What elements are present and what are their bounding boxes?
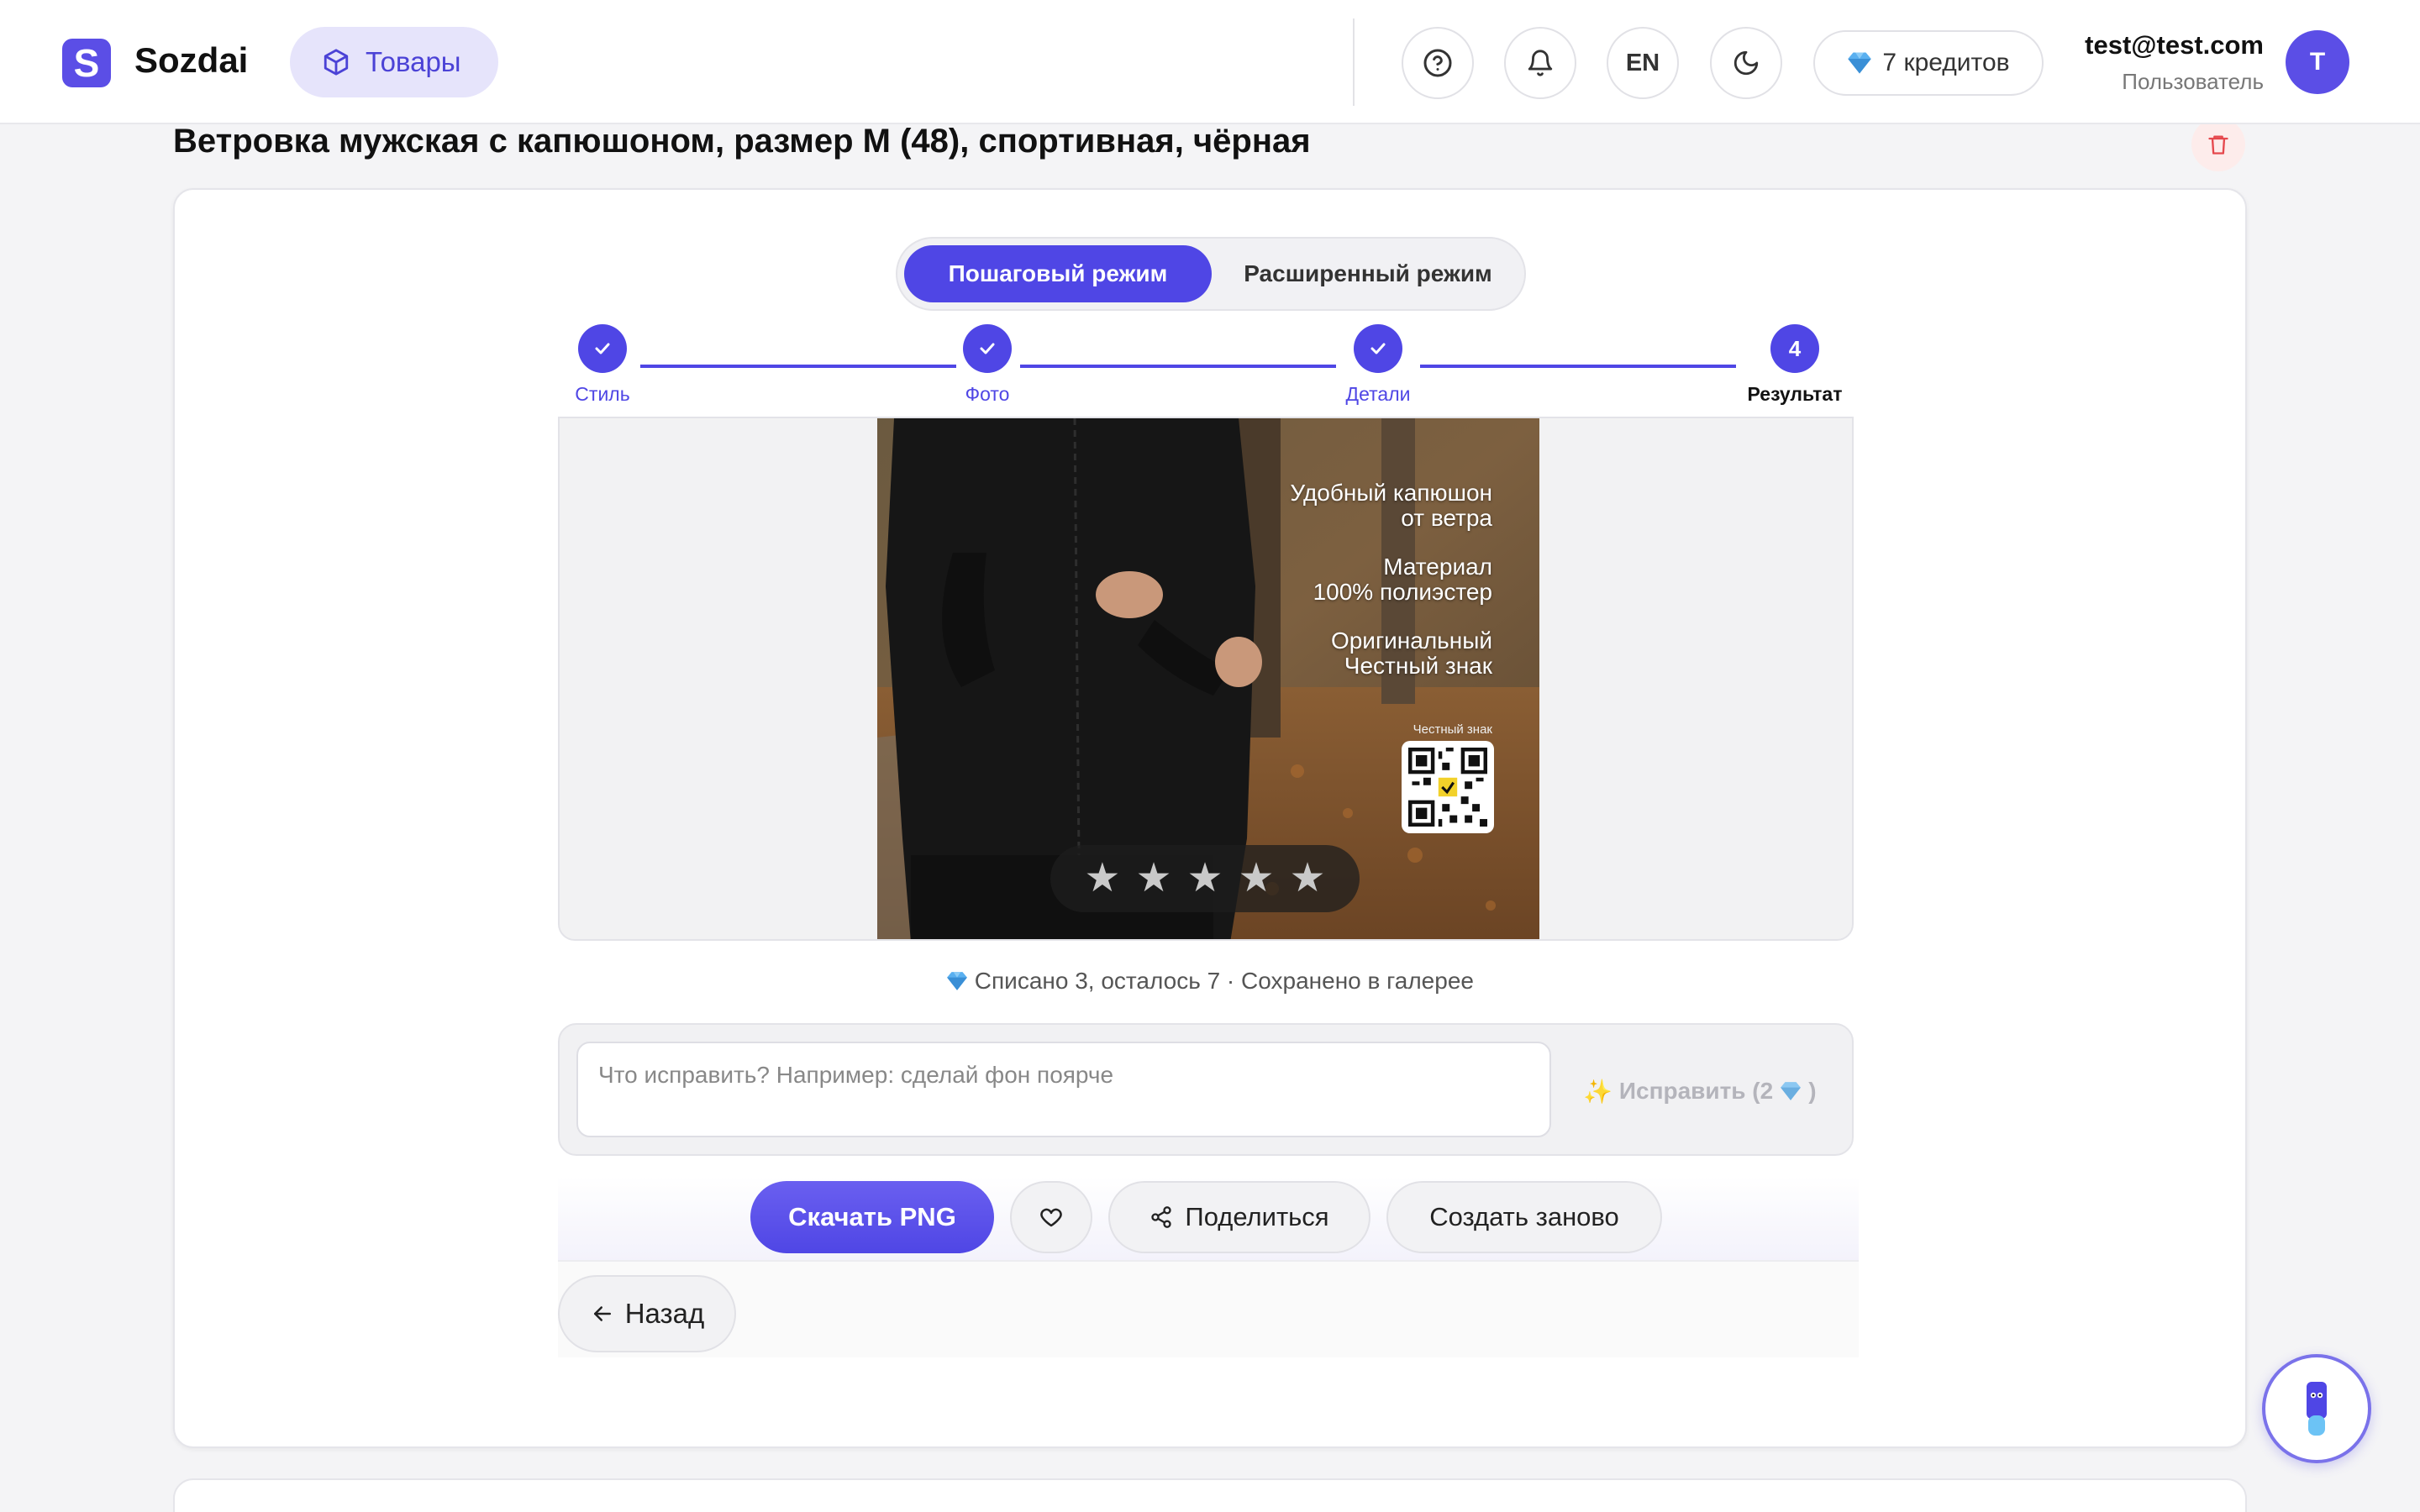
assistant-button[interactable]: [2262, 1354, 2371, 1463]
result-preview: Удобный капюшон от ветра Материал 100% п…: [558, 417, 1854, 941]
bell-icon: [1528, 50, 1553, 76]
diamond-icon: [1848, 52, 1872, 74]
user-email: test@test.com: [2085, 30, 2264, 60]
credits-label: 7 кредитов: [1882, 49, 2010, 76]
step-1-indicator[interactable]: [578, 324, 627, 373]
logo-icon[interactable]: S: [62, 39, 111, 87]
heart-icon: [1040, 1208, 1062, 1227]
star-icon[interactable]: ★: [1290, 858, 1326, 899]
top-header: S Sozdai Товары EN 7 кредитов test@test.…: [0, 0, 2420, 124]
fix-button-label: Исправить (2: [1618, 1078, 1774, 1104]
box-icon: [324, 49, 349, 76]
back-button[interactable]: Назад: [558, 1275, 736, 1352]
feature-1-text: Удобный капюшон от ветра: [1290, 480, 1492, 531]
step-3-indicator[interactable]: [1354, 324, 1402, 373]
help-button[interactable]: [1402, 27, 1474, 99]
sparkles-icon: ✨: [1583, 1078, 1612, 1105]
credits-badge[interactable]: 7 кредитов: [1813, 30, 2044, 96]
fix-request-input[interactable]: [576, 1042, 1551, 1137]
notifications-button[interactable]: [1504, 27, 1576, 99]
header-divider: [1353, 18, 1355, 106]
step-1-label: Стиль: [575, 383, 630, 405]
check-icon: [595, 343, 610, 354]
step-connector: [1420, 365, 1736, 368]
delete-button[interactable]: [2191, 118, 2245, 171]
step-2-label: Фото: [965, 383, 1010, 405]
feature-3-text: Оригинальный Честный знак: [1331, 628, 1492, 679]
step-4-indicator[interactable]: 4: [1770, 324, 1819, 373]
star-icon[interactable]: ★: [1084, 858, 1120, 899]
trash-icon: [2208, 135, 2228, 155]
qr-code-icon: [1402, 741, 1494, 833]
nav-item-products[interactable]: Товары: [290, 27, 498, 97]
nav-item-label: Товары: [366, 46, 461, 77]
download-png-button[interactable]: Скачать PNG: [750, 1181, 994, 1253]
share-button[interactable]: Поделиться: [1108, 1181, 1370, 1253]
feature-1-line2: от ветра: [1401, 505, 1492, 531]
share-icon: [1151, 1206, 1172, 1228]
fix-panel: ✨ Исправить (2 ): [558, 1023, 1854, 1156]
download-label: Скачать PNG: [788, 1202, 956, 1231]
recreate-button[interactable]: Создать заново: [1386, 1181, 1662, 1253]
check-icon: [980, 343, 995, 354]
theme-toggle-button[interactable]: [1710, 27, 1782, 99]
page-title: Ветровка мужская с капюшоном, размер M (…: [173, 123, 1311, 160]
feature-1-line1: Удобный капюшон: [1290, 480, 1492, 506]
diamond-icon: [1781, 1082, 1802, 1100]
feature-3-line2: Честный знак: [1344, 653, 1492, 679]
recreate-label: Создать заново: [1429, 1202, 1619, 1231]
star-icon[interactable]: ★: [1239, 858, 1275, 899]
card-footer: [558, 1260, 1859, 1357]
tab-step-mode[interactable]: Пошаговый режим: [904, 245, 1212, 302]
step-2-indicator[interactable]: [963, 324, 1012, 373]
brand-name[interactable]: Sozdai: [134, 40, 248, 81]
feature-2-line1: Материал: [1383, 554, 1492, 580]
logo-letter: S: [73, 41, 100, 85]
next-section-card: [173, 1478, 2247, 1512]
feature-2-text: Материал 100% полиэстер: [1313, 554, 1492, 605]
mode-switch: Пошаговый режим Расширенный режим: [896, 237, 1526, 311]
help-icon: [1423, 49, 1452, 77]
language-button[interactable]: EN: [1607, 27, 1679, 99]
check-icon: [1370, 343, 1386, 354]
star-icon[interactable]: ★: [1135, 858, 1171, 899]
status-text: Списано 3, осталось 7 · Сохранено в гале…: [974, 968, 1474, 994]
moon-icon: [1733, 50, 1759, 76]
diamond-icon: [947, 972, 967, 990]
feature-2-line2: 100% полиэстер: [1313, 579, 1492, 605]
fix-button[interactable]: ✨ Исправить (2 ): [1583, 1070, 1817, 1112]
feature-3-line1: Оригинальный: [1330, 627, 1492, 654]
user-role: Пользователь: [2122, 69, 2264, 94]
favorite-button[interactable]: [1010, 1181, 1092, 1253]
generation-status: Списано 3, осталось 7 · Сохранено в гале…: [0, 968, 2420, 995]
language-label: EN: [1625, 49, 1660, 76]
step-connector: [1020, 365, 1336, 368]
mascot-icon: [2307, 1382, 2327, 1436]
star-icon[interactable]: ★: [1186, 858, 1223, 899]
rating-stars[interactable]: ★ ★ ★ ★ ★: [1050, 845, 1360, 912]
step-3-label: Детали: [1345, 383, 1411, 405]
back-label: Назад: [624, 1298, 705, 1329]
step-4-label: Результат: [1747, 383, 1843, 405]
share-label: Поделиться: [1185, 1202, 1329, 1231]
tab-advanced-mode[interactable]: Расширенный режим: [1217, 245, 1519, 302]
avatar[interactable]: T: [2286, 30, 2349, 94]
fix-button-paren: ): [1808, 1078, 1817, 1104]
qr-label: Честный знак: [1413, 722, 1492, 737]
step-connector: [640, 365, 956, 368]
generated-image[interactable]: Удобный капюшон от ветра Материал 100% п…: [877, 418, 1539, 939]
arrow-left-icon: [593, 1306, 611, 1321]
